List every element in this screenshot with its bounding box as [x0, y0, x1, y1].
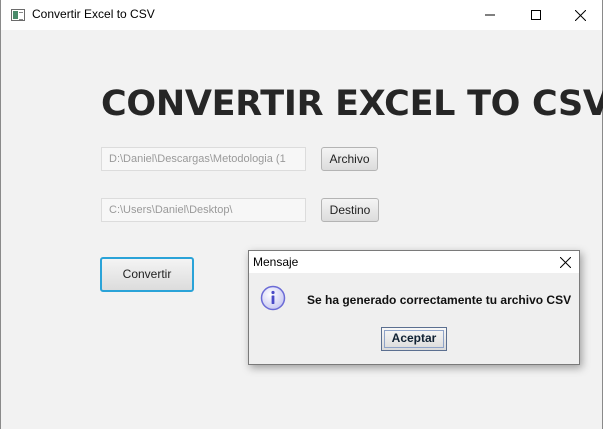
- destination-field[interactable]: [101, 198, 306, 222]
- dialog-title: Mensaje: [253, 255, 299, 269]
- minimize-icon: [485, 14, 495, 16]
- minimize-button[interactable]: [467, 0, 513, 30]
- source-file-field[interactable]: [101, 147, 306, 171]
- convertir-button[interactable]: Convertir: [100, 257, 194, 292]
- app-window-icon: [11, 9, 25, 21]
- aceptar-button[interactable]: Aceptar: [381, 327, 447, 351]
- window-title: Convertir Excel to CSV: [32, 7, 155, 21]
- dialog-message: Se ha generado correctamente tu archivo …: [307, 293, 572, 307]
- destino-button[interactable]: Destino: [321, 198, 379, 222]
- close-button[interactable]: [557, 0, 603, 30]
- maximize-icon: [531, 10, 541, 20]
- close-icon: [574, 9, 586, 21]
- info-icon: [260, 285, 286, 311]
- maximize-button[interactable]: [513, 0, 559, 30]
- dialog-close-button[interactable]: [557, 254, 573, 270]
- page-title: CONVERTIR EXCEL TO CSV: [101, 84, 603, 124]
- message-dialog: Mensaje Se ha generado correctamente tu …: [248, 250, 580, 365]
- close-icon: [559, 256, 571, 268]
- archivo-button[interactable]: Archivo: [321, 147, 378, 171]
- title-bar[interactable]: Convertir Excel to CSV: [1, 0, 602, 30]
- dialog-title-bar[interactable]: Mensaje: [249, 251, 579, 273]
- app-window: Convertir Excel to CSV CONVERTIR EXCEL T…: [0, 0, 603, 429]
